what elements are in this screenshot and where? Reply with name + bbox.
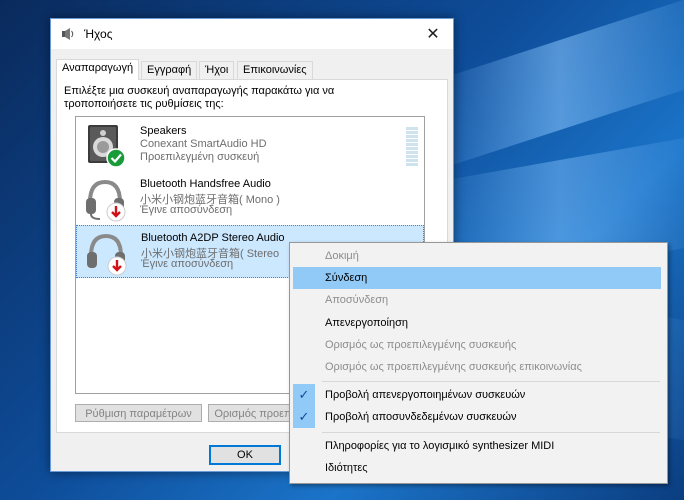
menu-item-label: Απενεργοποίηση bbox=[325, 317, 408, 329]
menu-item-label: Προβολή απενεργοποιημένων συσκευών bbox=[325, 389, 526, 401]
ok-button[interactable]: OK bbox=[209, 445, 281, 465]
menu-item-label: Αποσύνδεση bbox=[325, 294, 389, 306]
device-name: Bluetooth Handsfree Audio bbox=[140, 178, 271, 190]
menu-item-disable[interactable]: Απενεργοποίηση bbox=[293, 312, 661, 334]
menu-item-label: Ορισμός ως προεπιλεγμένης συσκευής επικο… bbox=[325, 361, 582, 373]
menu-item-label: Προβολή αποσυνδεδεμένων συσκευών bbox=[325, 411, 517, 423]
menu-item-properties[interactable]: Ιδιότητες bbox=[293, 457, 661, 479]
headset-icon bbox=[87, 233, 127, 276]
configure-button[interactable]: Ρύθμιση παραμέτρων bbox=[75, 404, 202, 422]
checkmark-icon: ✓ bbox=[293, 406, 315, 428]
tab-communications[interactable]: Επικοινωνίες bbox=[237, 61, 313, 79]
menu-item-label: Ιδιότητες bbox=[325, 462, 368, 474]
check-badge-icon bbox=[106, 148, 126, 168]
context-menu: Δοκιμή Σύνδεση Αποσύνδεση Απενεργοποίηση… bbox=[289, 242, 668, 484]
close-button[interactable]: ✕ bbox=[413, 19, 453, 49]
menu-item-label: Ορισμός ως προεπιλεγμένης συσκευής bbox=[325, 339, 517, 351]
volume-meter bbox=[406, 127, 418, 167]
instructions-text: Επιλέξτε μια συσκευή αναπαραγωγής παρακά… bbox=[64, 85, 335, 110]
menu-item-connect[interactable]: Σύνδεση bbox=[293, 267, 661, 289]
speaker-icon bbox=[62, 28, 74, 40]
menu-item-label: Πληροφορίες για το λογισμικό synthesizer… bbox=[325, 440, 555, 452]
tab-playback[interactable]: Αναπαραγωγή bbox=[56, 59, 140, 80]
down-arrow-badge-icon bbox=[106, 202, 126, 222]
menu-item-set-default-comm[interactable]: Ορισμός ως προεπιλεγμένης συσκευής επικο… bbox=[293, 356, 661, 378]
device-status: Έγινε αποσύνδεση bbox=[140, 204, 233, 216]
device-name: Bluetooth A2DP Stereo Audio bbox=[141, 232, 285, 244]
device-item-speakers[interactable]: Speakers Conexant SmartAudio HD Προεπιλε… bbox=[76, 119, 424, 172]
menu-separator bbox=[322, 381, 660, 382]
close-icon: ✕ bbox=[426, 26, 440, 43]
device-status: Έγινε αποσύνδεση bbox=[141, 258, 234, 270]
device-item-handsfree[interactable]: Bluetooth Handsfree Audio 小米小钢炮蓝牙音箱( Mon… bbox=[76, 172, 424, 225]
menu-item-midi-info[interactable]: Πληροφορίες για το λογισμικό synthesizer… bbox=[293, 435, 661, 457]
menu-item-disconnect[interactable]: Αποσύνδεση bbox=[293, 289, 661, 311]
menu-item-set-default[interactable]: Ορισμός ως προεπιλεγμένης συσκευής bbox=[293, 334, 661, 356]
tab-recording[interactable]: Εγγραφή bbox=[141, 61, 198, 79]
checkmark-icon: ✓ bbox=[293, 384, 315, 406]
menu-item-show-disabled[interactable]: ✓ Προβολή απενεργοποιημένων συσκευών bbox=[293, 384, 661, 406]
headset-icon bbox=[86, 179, 126, 222]
device-driver: Conexant SmartAudio HD bbox=[140, 138, 267, 150]
menu-item-show-disconnected[interactable]: ✓ Προβολή αποσυνδεδεμένων συσκευών bbox=[293, 406, 661, 428]
tab-sounds[interactable]: Ήχοι bbox=[199, 61, 235, 79]
set-default-button[interactable]: Ορισμός προεπ bbox=[208, 404, 298, 422]
window-title: Ήχος bbox=[84, 27, 113, 41]
speaker-icon bbox=[88, 125, 126, 168]
menu-item-label: Δοκιμή bbox=[325, 250, 359, 262]
menu-item-test[interactable]: Δοκιμή bbox=[293, 245, 661, 267]
title-bar[interactable]: Ήχος ✕ bbox=[51, 19, 453, 49]
menu-separator bbox=[322, 432, 660, 433]
device-name: Speakers bbox=[140, 125, 187, 137]
device-status: Προεπιλεγμένη συσκευή bbox=[140, 151, 260, 163]
menu-item-label: Σύνδεση bbox=[325, 272, 368, 284]
down-arrow-badge-icon bbox=[107, 256, 127, 276]
